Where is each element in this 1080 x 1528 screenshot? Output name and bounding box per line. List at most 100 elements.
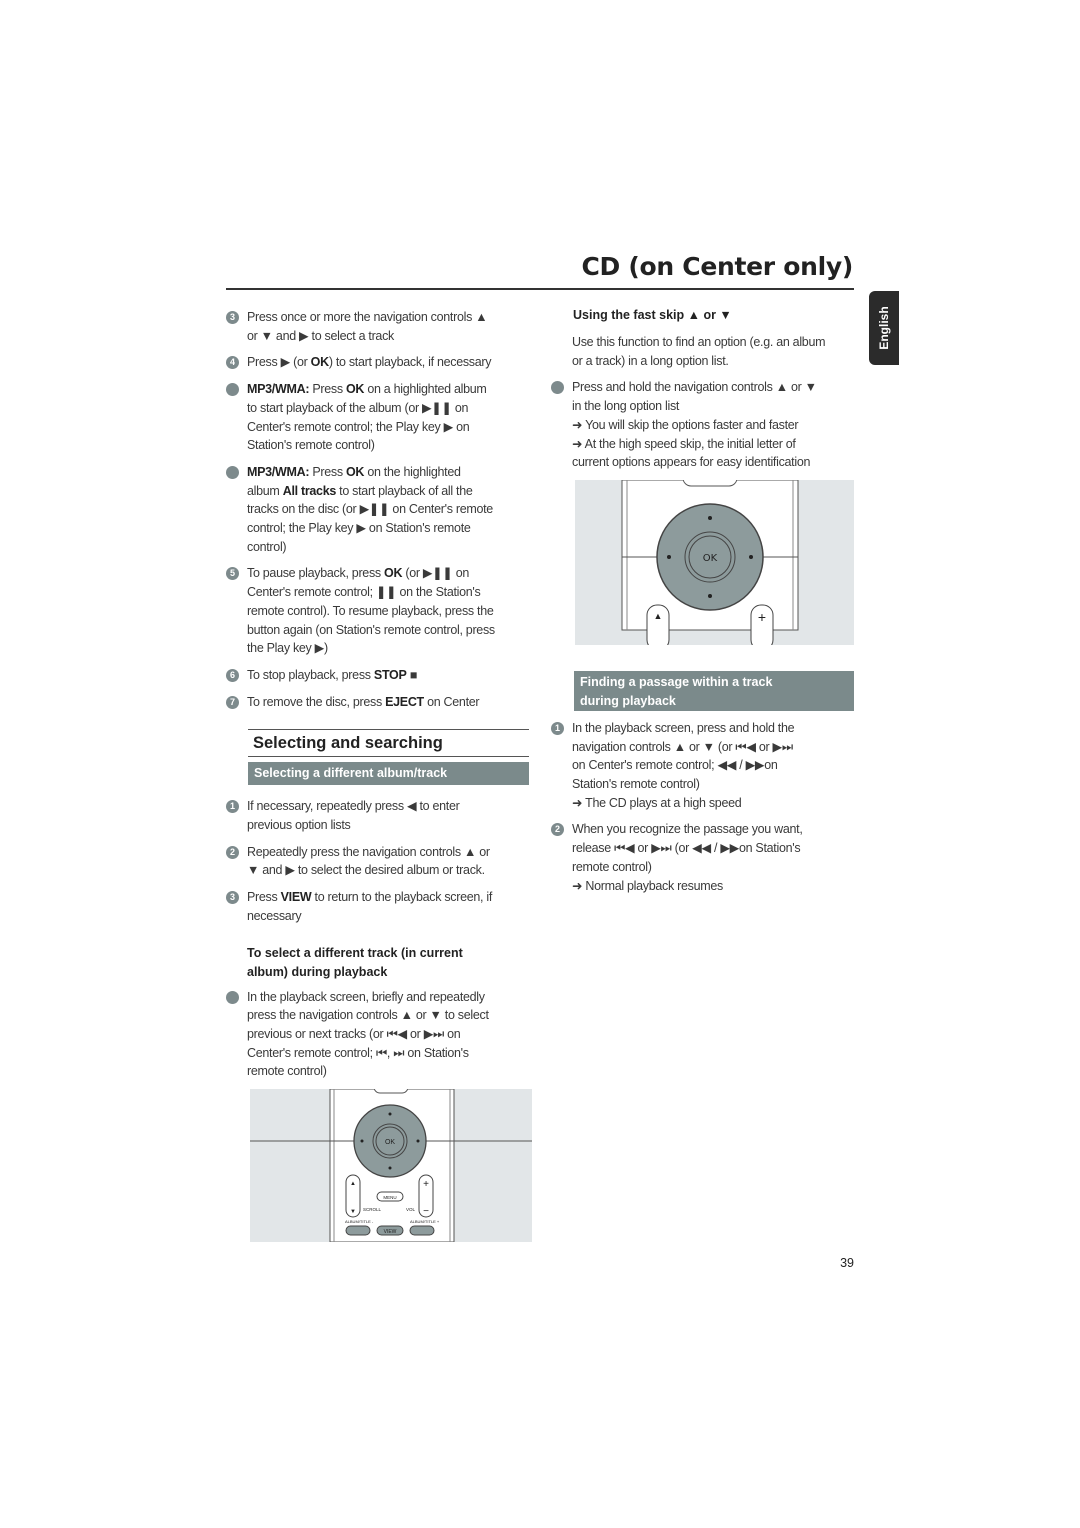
text-segment: to start playback of all the [336, 483, 473, 498]
text-line: Press and hold the navigation controls ▲… [572, 378, 854, 397]
page-title: CD (on Center only) [581, 252, 853, 281]
text-line: Repeatedly press the navigation controls… [247, 843, 529, 862]
step-bullet: 1 [226, 800, 239, 814]
text-line: Center's remote control; the Play key ▶ … [247, 418, 529, 437]
text-line: on Center's remote control; ◀◀ / ▶▶on [572, 756, 854, 775]
bold-term: OK [346, 382, 365, 397]
text-line: in the long option list [572, 397, 854, 416]
section-bar-line: Finding a passage within a track [580, 674, 773, 689]
text-segment: navigation controls ▲ or ▼ (or ⏮◀ or ▶⏭ [572, 739, 793, 754]
text-segment: tracks on the disc (or ▶❚❚ on Center's r… [247, 502, 493, 517]
step-item: MP3/WMA: Press OK on the highlighted albu… [226, 463, 529, 557]
content-columns: 3 Press once or more the navigation contr… [226, 290, 854, 1243]
text-line: to start playback of the album (or ▶❚❚ o… [247, 399, 529, 418]
section-bar-finding-passage: Finding a passage within a track during … [574, 670, 854, 711]
text-line: control; the Play key ▶ on Station's rem… [247, 519, 529, 538]
text-segment: To remove the disc, press [247, 694, 386, 709]
steps-select-track: In the playback screen, briefly and repe… [226, 988, 529, 1082]
text-segment: (or ▶❚❚ on [402, 566, 470, 581]
step-item: MP3/WMA: Press OK on a highlighted album… [226, 380, 529, 455]
text-segment: When you recognize the passage you want, [572, 822, 803, 837]
text-segment: to start playback of the album (or ▶❚❚ o… [247, 400, 469, 415]
fast-skip-heading: Using the fast skip ▲ or ▼ [573, 308, 732, 322]
bold-term: VIEW [280, 890, 312, 905]
text-segment: on a highlighted album [364, 382, 487, 397]
step-bullet: 1 [551, 721, 564, 735]
bold-term: MP3/WMA: [247, 382, 310, 397]
steps-fast-skip: Use this function to find an option (e.g… [551, 333, 854, 472]
menu-label: MENU [383, 1195, 396, 1200]
text-segment: Repeatedly press the navigation controls… [247, 844, 490, 859]
text-segment: Use this function to find an option (e.g… [572, 335, 826, 349]
text-segment: or ▼ and ▶ to select a track [247, 328, 394, 343]
text-segment: Press ▶ (or [247, 355, 311, 370]
text-line: Center's remote control; ⏮, ⏭ on Station… [247, 1044, 529, 1063]
step-item: 1 If necessary, repeatedly press ◀ to ent… [226, 797, 529, 834]
previous-button[interactable] [345, 1225, 371, 1236]
step-item: 1 In the playback screen, press and hold … [551, 719, 854, 813]
view-label: VIEW [384, 1229, 397, 1235]
text-line: Press once or more the navigation contro… [247, 308, 529, 327]
text-line: navigation controls ▲ or ▼ (or ⏮◀ or ▶⏭ [572, 738, 854, 757]
text-line: Station's remote control) [572, 775, 854, 794]
remote-illustration-full: OK ▲ ▼ + − MENU SCROLL VOL ALBUM/TITLE -… [250, 1089, 532, 1243]
step-item: 7 To remove the disc, press EJECT on Cent… [226, 693, 529, 712]
vol-label: VOL [406, 1207, 416, 1212]
text-segment: Press once or more the navigation contro… [247, 310, 488, 324]
text-line: Press VIEW to return to the playback scr… [247, 888, 529, 907]
text-line: If necessary, repeatedly press ◀ to ente… [247, 797, 529, 816]
bold-term: OK [310, 355, 329, 370]
text-line: MP3/WMA: Press OK on a highlighted album [247, 380, 529, 399]
text-line: tracks on the disc (or ▶❚❚ on Center's r… [247, 500, 529, 519]
ok-label: OK [385, 1139, 395, 1146]
page-header: CD (on Center only) English [226, 252, 899, 365]
text-segment: Station's remote control) [247, 438, 375, 453]
step-bullet: 7 [226, 695, 239, 709]
remote-drawing: OK ▲ + [621, 479, 799, 645]
text-line: remote control) [247, 1062, 529, 1081]
text-line: remote control) [572, 858, 854, 877]
text-line: To remove the disc, press EJECT on Cente… [247, 693, 529, 712]
bold-term: All tracks [282, 483, 337, 498]
text-line: In the playback screen, press and hold t… [572, 719, 854, 738]
text-segment: ▼ and ▶ to select the desired album or t… [247, 863, 485, 878]
subheading-line: album) during playback [247, 964, 388, 979]
section-rule-bottom [248, 756, 529, 758]
album-plus-label: ALBUM/TITLE + [410, 1219, 440, 1224]
text-segment: the Play key ▶) [247, 641, 328, 656]
step-item: 3 Press VIEW to return to the playback sc… [226, 888, 529, 925]
step-bullet [226, 383, 239, 397]
plus-icon: + [423, 1179, 429, 1190]
text-segment: To stop playback, press [247, 667, 374, 682]
next-button[interactable] [409, 1225, 435, 1236]
page-footer: 39 [226, 1254, 854, 1272]
step-bullet [226, 990, 239, 1004]
text-line: the Play key ▶) [247, 639, 529, 658]
scroll-label: SCROLL [363, 1207, 382, 1212]
text-segment: Station's remote control) [572, 777, 700, 792]
text-segment: on the highlighted [364, 464, 461, 479]
text-segment: remote control) [572, 859, 652, 874]
text-segment: release ⏮◀ or ▶⏭ (or ◀◀ / ▶▶on Station's [572, 841, 801, 856]
text-segment: Center's remote control; ❚❚ on the Stati… [247, 585, 481, 600]
steps-finding-passage: 1 In the playback screen, press and hold … [551, 719, 854, 895]
text-line: Station's remote control) [247, 436, 529, 455]
text-line: ➜ Normal playback resumes [572, 877, 854, 896]
up-arrow-icon: ▲ [350, 1181, 356, 1187]
text-segment: Center's remote control; ⏮, ⏭ on Station… [247, 1045, 469, 1060]
step-bullet: 4 [226, 356, 239, 370]
left-column: 3 Press once or more the navigation contr… [226, 290, 532, 1243]
text-segment: Center's remote control; the Play key ▶ … [247, 419, 470, 434]
step-item: 5 To pause playback, press OK (or ▶❚❚ on C… [226, 564, 529, 658]
ok-label: OK [703, 553, 718, 564]
text-line: Use this function to find an option (e.g… [572, 333, 854, 352]
text-line: remote control). To resume playback, pre… [247, 602, 529, 621]
text-segment: on Center's remote control; ◀◀ / ▶▶on [572, 758, 778, 773]
text-segment: ➜ You will skip the options faster and f… [572, 417, 799, 432]
text-segment: ➜ The CD plays at a high speed [572, 795, 742, 810]
text-segment: necessary [247, 908, 302, 923]
step-bullet: 2 [226, 845, 239, 859]
manual-page: CD (on Center only) English 3 Press once … [0, 0, 1080, 1509]
text-segment: button again (on Station's remote contro… [247, 622, 495, 637]
text-line: To stop playback, press STOP ■ [247, 666, 529, 685]
